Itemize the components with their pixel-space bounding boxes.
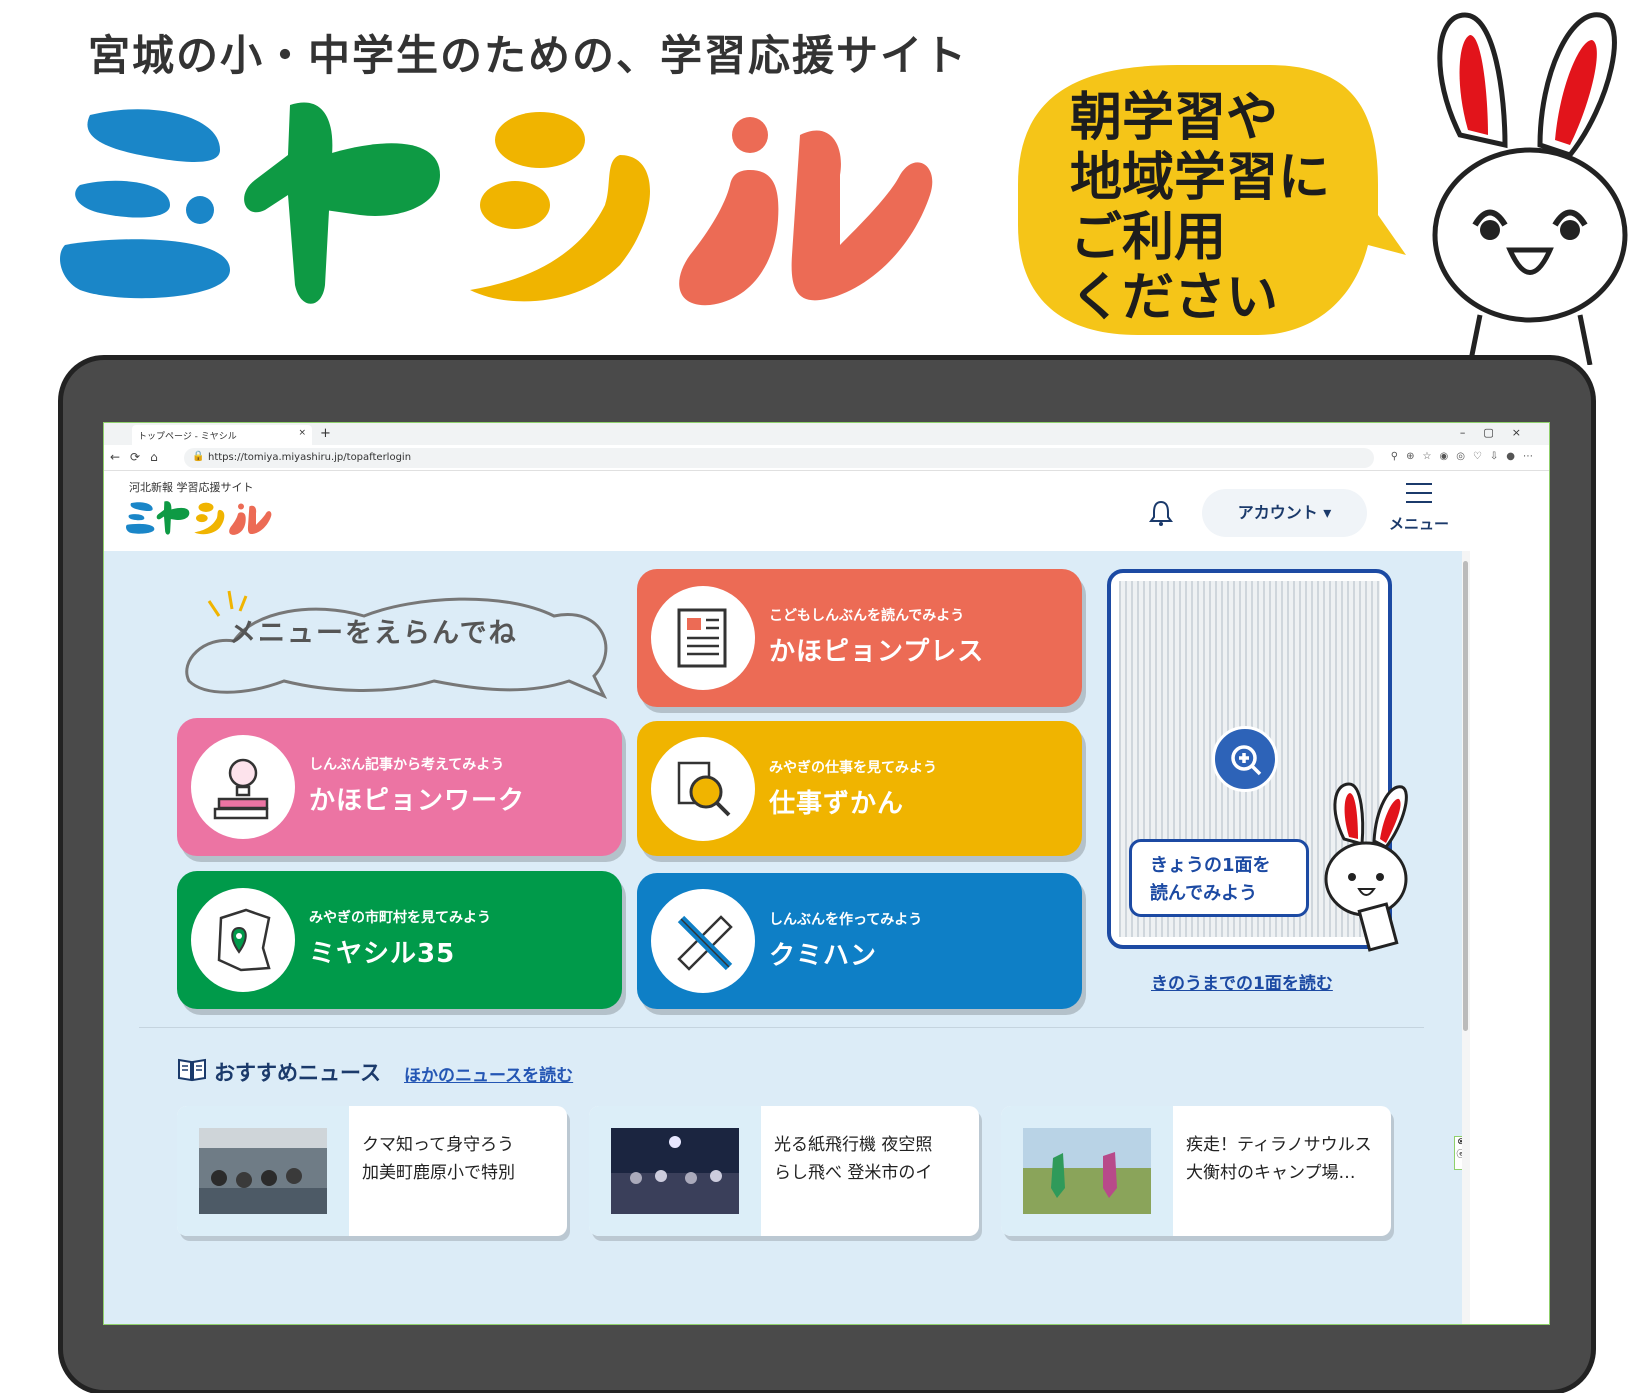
more-news-link[interactable]: ほかのニュースを読む (404, 1061, 573, 1086)
site-header: 河北新報 学習応援サイト アカウント ▾ メニュー (104, 471, 1549, 551)
card-kahopyon-work[interactable]: しんぶん記事から考えてみよう かほピョンワーク (177, 718, 622, 856)
front-page-bubble[interactable]: きょうの1面を 読んでみよう (1129, 839, 1309, 917)
rabbit-holding-paper-icon (1324, 782, 1408, 952)
tab-close-icon[interactable]: × (298, 428, 306, 438)
bubble-line: ご利用 (1070, 208, 1227, 268)
news-card[interactable]: クマ知って身守ろう 加美町鹿原小で特別 (177, 1106, 567, 1236)
main-content: メニューをえらんでね こどもしんぶんを読んでみよう かほピョンプレス しんぶん記… (104, 551, 1468, 1324)
nav-buttons[interactable]: ←⟳⌂ (110, 450, 168, 464)
toolbar-icons[interactable]: ⚲⊕☆◉◎♡⇩●⋯ (1391, 451, 1541, 462)
bubble-line: ください (1070, 268, 1279, 328)
card-kumihan[interactable]: しんぶんを作ってみよう クミハン (637, 873, 1082, 1009)
card-shigoto-zukan[interactable]: みやぎの仕事を見てみよう 仕事ずかん (637, 721, 1082, 856)
bubble-line: きょうの1面を (1150, 855, 1271, 876)
poster: 宮城の小・中学生のための、学習応援サイト 朝学習や 地域学習に ご利用 ください (0, 0, 1650, 1393)
news-photo-classroom (199, 1128, 327, 1214)
card-title: かほピョンプレス (769, 637, 985, 667)
right-rail (1470, 471, 1549, 1324)
miyashiru-big-logo (60, 102, 933, 306)
new-tab-button[interactable]: + (320, 426, 331, 441)
news-thumb-area (1001, 1106, 1173, 1236)
rabbit-mascot-icon (1432, 12, 1628, 365)
bell-icon[interactable] (1149, 499, 1173, 527)
lock-icon: 🔒 (192, 451, 205, 462)
poster-tagline: 宮城の小・中学生のための、学習応援サイト (88, 31, 969, 80)
news-text: 疾走！ティラノサウルス 大衡村のキャンプ場… (1186, 1131, 1376, 1187)
pencil-ruler-icon (651, 889, 755, 993)
url-field[interactable]: 🔒 https://tomiya.miyashiru.jp/topafterlo… (184, 448, 1374, 468)
scrollbar-thumb[interactable] (1463, 561, 1468, 1031)
bubble-text: 朝学習や 地域学習に ご利用 ください (1070, 88, 1330, 328)
account-button[interactable]: アカウント ▾ (1202, 489, 1367, 537)
card-miyashiru35[interactable]: みやぎの市町村を見てみよう ミヤシル35 (177, 871, 622, 1009)
menu-label: メニュー (1388, 515, 1449, 533)
news-line: クマ知って身守ろう (362, 1135, 515, 1155)
url-text: https://tomiya.miyashiru.jp/topafterlogi… (208, 452, 412, 463)
news-line: 疾走！ティラノサウルス (1186, 1135, 1372, 1155)
card-subtitle: みやぎの市町村を見てみよう (309, 910, 491, 926)
bubble-line: 朝学習や (1070, 88, 1279, 148)
card-title: 仕事ずかん (769, 789, 905, 819)
bubble-line: 読んでみよう (1150, 883, 1258, 904)
browser-window: トップページ - ミヤシル × + –▢× ←⟳⌂ 🔒 https://tomi… (103, 422, 1550, 1325)
recommended-news-title: おすすめニュース (214, 1061, 381, 1085)
section-divider (139, 1027, 1424, 1028)
news-photo-night-event (611, 1128, 739, 1214)
news-text: 光る紙飛行機 夜空照 らし飛べ 登米市のイ (774, 1131, 964, 1187)
news-card[interactable]: 光る紙飛行機 夜空照 らし飛べ 登米市のイ (589, 1106, 979, 1236)
news-line: 光る紙飛行機 夜空照 (774, 1135, 933, 1155)
zoom-in-icon[interactable] (1212, 726, 1278, 792)
map-pin-icon (191, 888, 295, 992)
card-subtitle: しんぶん記事から考えてみよう (309, 757, 505, 773)
scrollbar[interactable] (1462, 551, 1470, 1324)
news-text: クマ知って身守ろう 加美町鹿原小で特別 (362, 1131, 552, 1187)
news-line: 大衡村のキャンプ場… (1186, 1163, 1356, 1183)
card-title: ミヤシル35 (309, 939, 456, 969)
news-photo-dinosaur-costumes (1023, 1128, 1151, 1214)
cloud-text: メニューをえらんでね (229, 618, 518, 649)
news-line: 加美町鹿原小で特別 (362, 1163, 515, 1183)
previous-front-pages-link[interactable]: きのうまでの1面を読む (1151, 969, 1333, 994)
news-card[interactable]: 疾走！ティラノサウルス 大衡村のキャンプ場… (1001, 1106, 1391, 1236)
news-line: らし飛べ 登米市のイ (774, 1163, 933, 1183)
tab-title: トップページ - ミヤシル (138, 432, 237, 442)
card-subtitle: しんぶんを作ってみよう (769, 912, 923, 928)
site-subtitle: 河北新報 学習応援サイト (129, 481, 254, 494)
hamburger-icon (1406, 483, 1432, 503)
card-title: クミハン (769, 941, 878, 971)
news-thumb-area (589, 1106, 761, 1236)
newspaper-icon (651, 586, 755, 690)
news-thumb-area (177, 1106, 349, 1236)
card-title: かほピョンワーク (309, 786, 526, 816)
lightbulb-books-icon (191, 735, 295, 839)
address-bar: ←⟳⌂ 🔒 https://tomiya.miyashiru.jp/topaft… (104, 445, 1549, 471)
card-subtitle: こどもしんぶんを読んでみよう (769, 608, 965, 624)
tab-bar: トップページ - ミヤシル × + –▢× (104, 423, 1549, 445)
bubble-line: 地域学習に (1070, 148, 1331, 208)
site-logo[interactable] (126, 497, 276, 541)
browser-tab[interactable]: トップページ - ミヤシル × (132, 425, 312, 445)
card-subtitle: みやぎの仕事を見てみよう (769, 760, 937, 776)
window-controls[interactable]: –▢× (1460, 426, 1539, 439)
magnifier-book-icon (651, 737, 755, 841)
menu-button[interactable]: メニュー (1384, 483, 1454, 543)
open-book-icon (178, 1058, 206, 1082)
card-kahopyon-press[interactable]: こどもしんぶんを読んでみよう かほピョンプレス (637, 569, 1082, 707)
